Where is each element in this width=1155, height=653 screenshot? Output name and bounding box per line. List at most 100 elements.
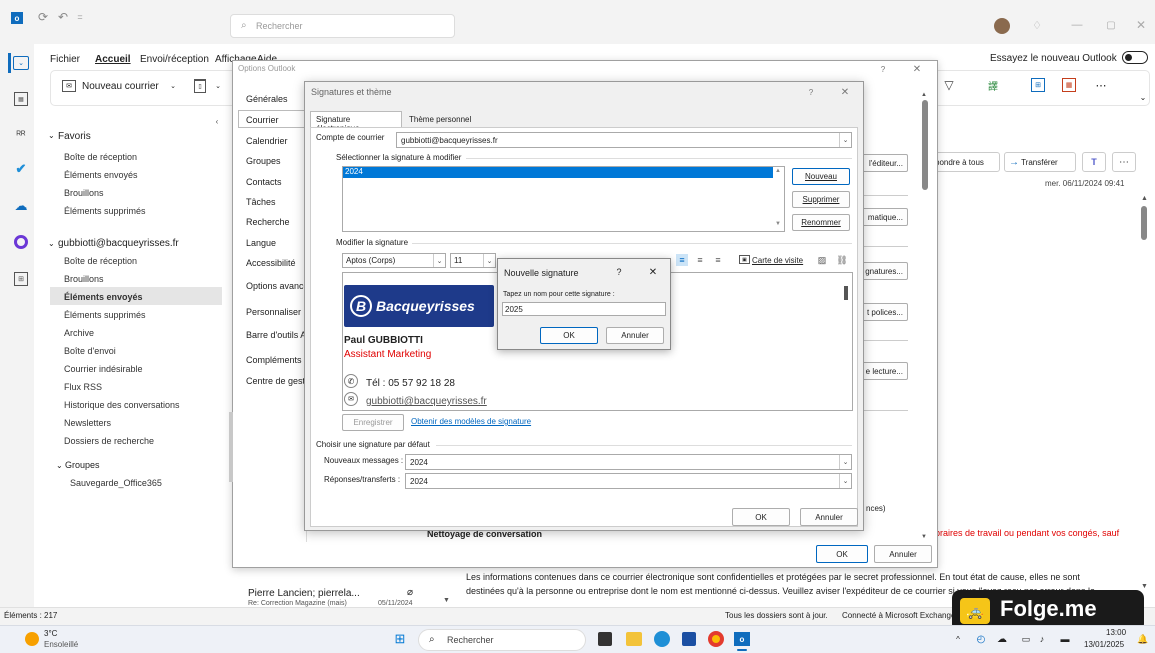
calendar-icon[interactable]: ▦ bbox=[14, 92, 28, 106]
align-left-icon[interactable]: ≡ bbox=[676, 254, 688, 266]
edge-icon[interactable] bbox=[654, 631, 670, 647]
insert-picture-icon[interactable]: ▨ bbox=[816, 254, 828, 266]
insert-link-icon[interactable]: ⛓ bbox=[836, 254, 848, 266]
minimize-icon[interactable]: — bbox=[1070, 18, 1084, 32]
options-help-icon[interactable]: ? bbox=[878, 64, 888, 74]
options-close-icon[interactable]: ✕ bbox=[912, 64, 922, 75]
business-card-button[interactable]: Carte de visite bbox=[752, 256, 803, 265]
options-nav-customize-ribbon[interactable]: Personnaliser le bbox=[246, 307, 306, 317]
align-center-icon[interactable]: ≡ bbox=[694, 254, 706, 266]
fav-drafts[interactable]: Brouillons bbox=[64, 188, 104, 198]
tray-chevron-icon[interactable]: ^ bbox=[953, 634, 963, 644]
delete-icon[interactable]: ▯ bbox=[194, 79, 206, 93]
mail-icon[interactable]: ⌄ bbox=[13, 56, 29, 70]
list-scroll-down-icon-2[interactable]: ▼ bbox=[775, 221, 781, 227]
options-nav-trust-center[interactable]: Centre de gestion bbox=[246, 376, 306, 386]
new-signature-help-icon[interactable]: ? bbox=[614, 267, 624, 277]
apps-icon[interactable]: ⊞ bbox=[14, 272, 28, 286]
options-cancel-button[interactable]: Annuler bbox=[874, 545, 932, 563]
get-templates-link[interactable]: Obtenir des modèles de signature bbox=[411, 417, 531, 426]
folder-rss[interactable]: Flux RSS bbox=[64, 382, 102, 392]
options-nav-groups[interactable]: Groupes bbox=[246, 156, 306, 166]
folder-pane-collapse-icon[interactable]: ‹ bbox=[212, 116, 222, 126]
outlook-taskbar-icon[interactable]: o bbox=[734, 632, 750, 646]
options-nav-advanced[interactable]: Options avancées bbox=[246, 281, 306, 291]
sync-icon[interactable]: ⟳ bbox=[36, 10, 50, 24]
folder-archive[interactable]: Archive bbox=[64, 328, 94, 338]
list-scroll-down-icon[interactable]: ▼ bbox=[443, 597, 450, 604]
reading-scrollbar[interactable] bbox=[1141, 206, 1147, 240]
tab-theme[interactable]: Thème personnel bbox=[404, 112, 476, 127]
tray-app-icon[interactable]: ◴ bbox=[975, 633, 987, 645]
new-signature-button[interactable]: Nouveau bbox=[792, 168, 850, 185]
replies-select[interactable]: 2024 ⌄ bbox=[405, 473, 852, 489]
editor-scrollbar[interactable] bbox=[844, 286, 848, 300]
store-icon[interactable] bbox=[682, 632, 696, 646]
signatures-close-icon[interactable]: ✕ bbox=[840, 87, 850, 98]
onedrive-icon[interactable]: ☁ bbox=[13, 198, 29, 213]
reading-more-icon[interactable]: ⋯ bbox=[1112, 152, 1136, 172]
account-select[interactable]: gubbiotti@bacqueyrisses.fr ⌄ bbox=[396, 132, 852, 148]
taskbar-search[interactable]: ⌕ Rechercher bbox=[418, 629, 586, 651]
chrome-icon[interactable] bbox=[708, 631, 724, 647]
signatures-cancel-button[interactable]: Annuler bbox=[800, 508, 858, 526]
favorites-header[interactable]: Favoris bbox=[58, 131, 91, 142]
group-sauvegarde[interactable]: Sauvegarde_Office365 bbox=[70, 478, 162, 488]
filter-icon[interactable]: ▽ bbox=[942, 78, 956, 92]
options-nav-qat[interactable]: Barre d'outils A bbox=[246, 330, 306, 340]
ribbon-collapse-icon[interactable]: ⌄ bbox=[1138, 92, 1148, 102]
loop-icon[interactable] bbox=[14, 235, 28, 249]
volume-icon[interactable]: ♪ bbox=[1036, 633, 1048, 645]
menu-file[interactable]: Fichier bbox=[50, 54, 80, 65]
options-nav-language[interactable]: Langue bbox=[246, 238, 306, 248]
options-nav-accessibility[interactable]: Accessibilité bbox=[246, 258, 306, 268]
fav-deleted[interactable]: Éléments supprimés bbox=[64, 206, 146, 216]
translate-icon[interactable]: 譯 bbox=[985, 78, 1001, 93]
reading-scroll-up-icon[interactable]: ▲ bbox=[1141, 195, 1148, 202]
apps-ribbon-icon[interactable]: ⊞ bbox=[1031, 78, 1045, 92]
groups-header[interactable]: Groupes bbox=[65, 460, 100, 470]
new-signature-close-icon[interactable]: ✕ bbox=[648, 267, 658, 278]
signatures-button[interactable]: gnatures... bbox=[858, 262, 908, 280]
reading-pane-button[interactable]: e lecture... bbox=[858, 362, 908, 380]
folder-drafts[interactable]: Brouillons bbox=[64, 274, 104, 284]
rename-signature-button[interactable]: Renommer bbox=[792, 214, 850, 231]
delete-signature-button[interactable]: Supprimer bbox=[792, 191, 850, 208]
close-icon[interactable]: ✕ bbox=[1134, 18, 1148, 32]
size-select[interactable]: 11 ⌄ bbox=[450, 253, 496, 268]
signature-list-item-selected[interactable]: 2024 bbox=[343, 167, 773, 178]
restore-icon[interactable]: ▢ bbox=[1104, 18, 1118, 32]
options-nav-calendar[interactable]: Calendrier bbox=[246, 136, 306, 146]
align-right-icon[interactable]: ≡ bbox=[712, 254, 724, 266]
undo-icon[interactable]: ↶ bbox=[56, 10, 70, 24]
options-scroll-up-icon[interactable]: ▲ bbox=[921, 92, 927, 98]
menu-home[interactable]: Accueil bbox=[95, 54, 131, 65]
reading-scroll-down-icon[interactable]: ▼ bbox=[1141, 583, 1148, 590]
weather-desc[interactable]: Ensoleillé bbox=[44, 640, 78, 649]
folder-newsletters[interactable]: Newsletters bbox=[64, 418, 111, 428]
fav-inbox[interactable]: Boîte de réception bbox=[64, 152, 137, 162]
menu-send-receive[interactable]: Envoi/réception bbox=[140, 54, 209, 65]
new-signature-ok-button[interactable]: OK bbox=[540, 327, 598, 344]
folder-inbox[interactable]: Boîte de réception bbox=[64, 256, 137, 266]
notification-bell-icon[interactable]: 🔔 bbox=[1137, 634, 1148, 644]
account-header[interactable]: gubbiotti@bacqueyrisses.fr bbox=[58, 238, 179, 249]
list-scroll-up-icon[interactable]: ▲ bbox=[775, 168, 781, 174]
save-signature-button[interactable]: Enregistrer bbox=[342, 414, 404, 431]
tray-cloud-icon[interactable]: ☁ bbox=[996, 633, 1008, 645]
new-signature-input[interactable]: 2025 bbox=[502, 302, 666, 316]
people-icon[interactable]: ᴿᴿ bbox=[13, 128, 29, 142]
options-nav-contacts[interactable]: Contacts bbox=[246, 177, 306, 187]
try-new-toggle[interactable] bbox=[1122, 51, 1148, 64]
fav-sent[interactable]: Éléments envoyés bbox=[64, 170, 138, 180]
options-nav-addins[interactable]: Compléments bbox=[246, 355, 306, 365]
options-scrollbar[interactable] bbox=[922, 100, 928, 190]
bell-icon[interactable]: ♢ bbox=[1030, 18, 1044, 32]
todo-icon[interactable]: ✔ bbox=[13, 161, 29, 176]
battery-icon[interactable]: ▬ bbox=[1058, 633, 1072, 645]
options-scroll-down-icon[interactable]: ▼ bbox=[921, 534, 927, 540]
options-nav-mail[interactable]: Courrier bbox=[246, 115, 306, 125]
forward-button[interactable]: → Transférer bbox=[1004, 152, 1076, 172]
weather-temp[interactable]: 3°C bbox=[44, 629, 57, 638]
tab-signature-active[interactable]: Signature électronique bbox=[310, 111, 402, 133]
